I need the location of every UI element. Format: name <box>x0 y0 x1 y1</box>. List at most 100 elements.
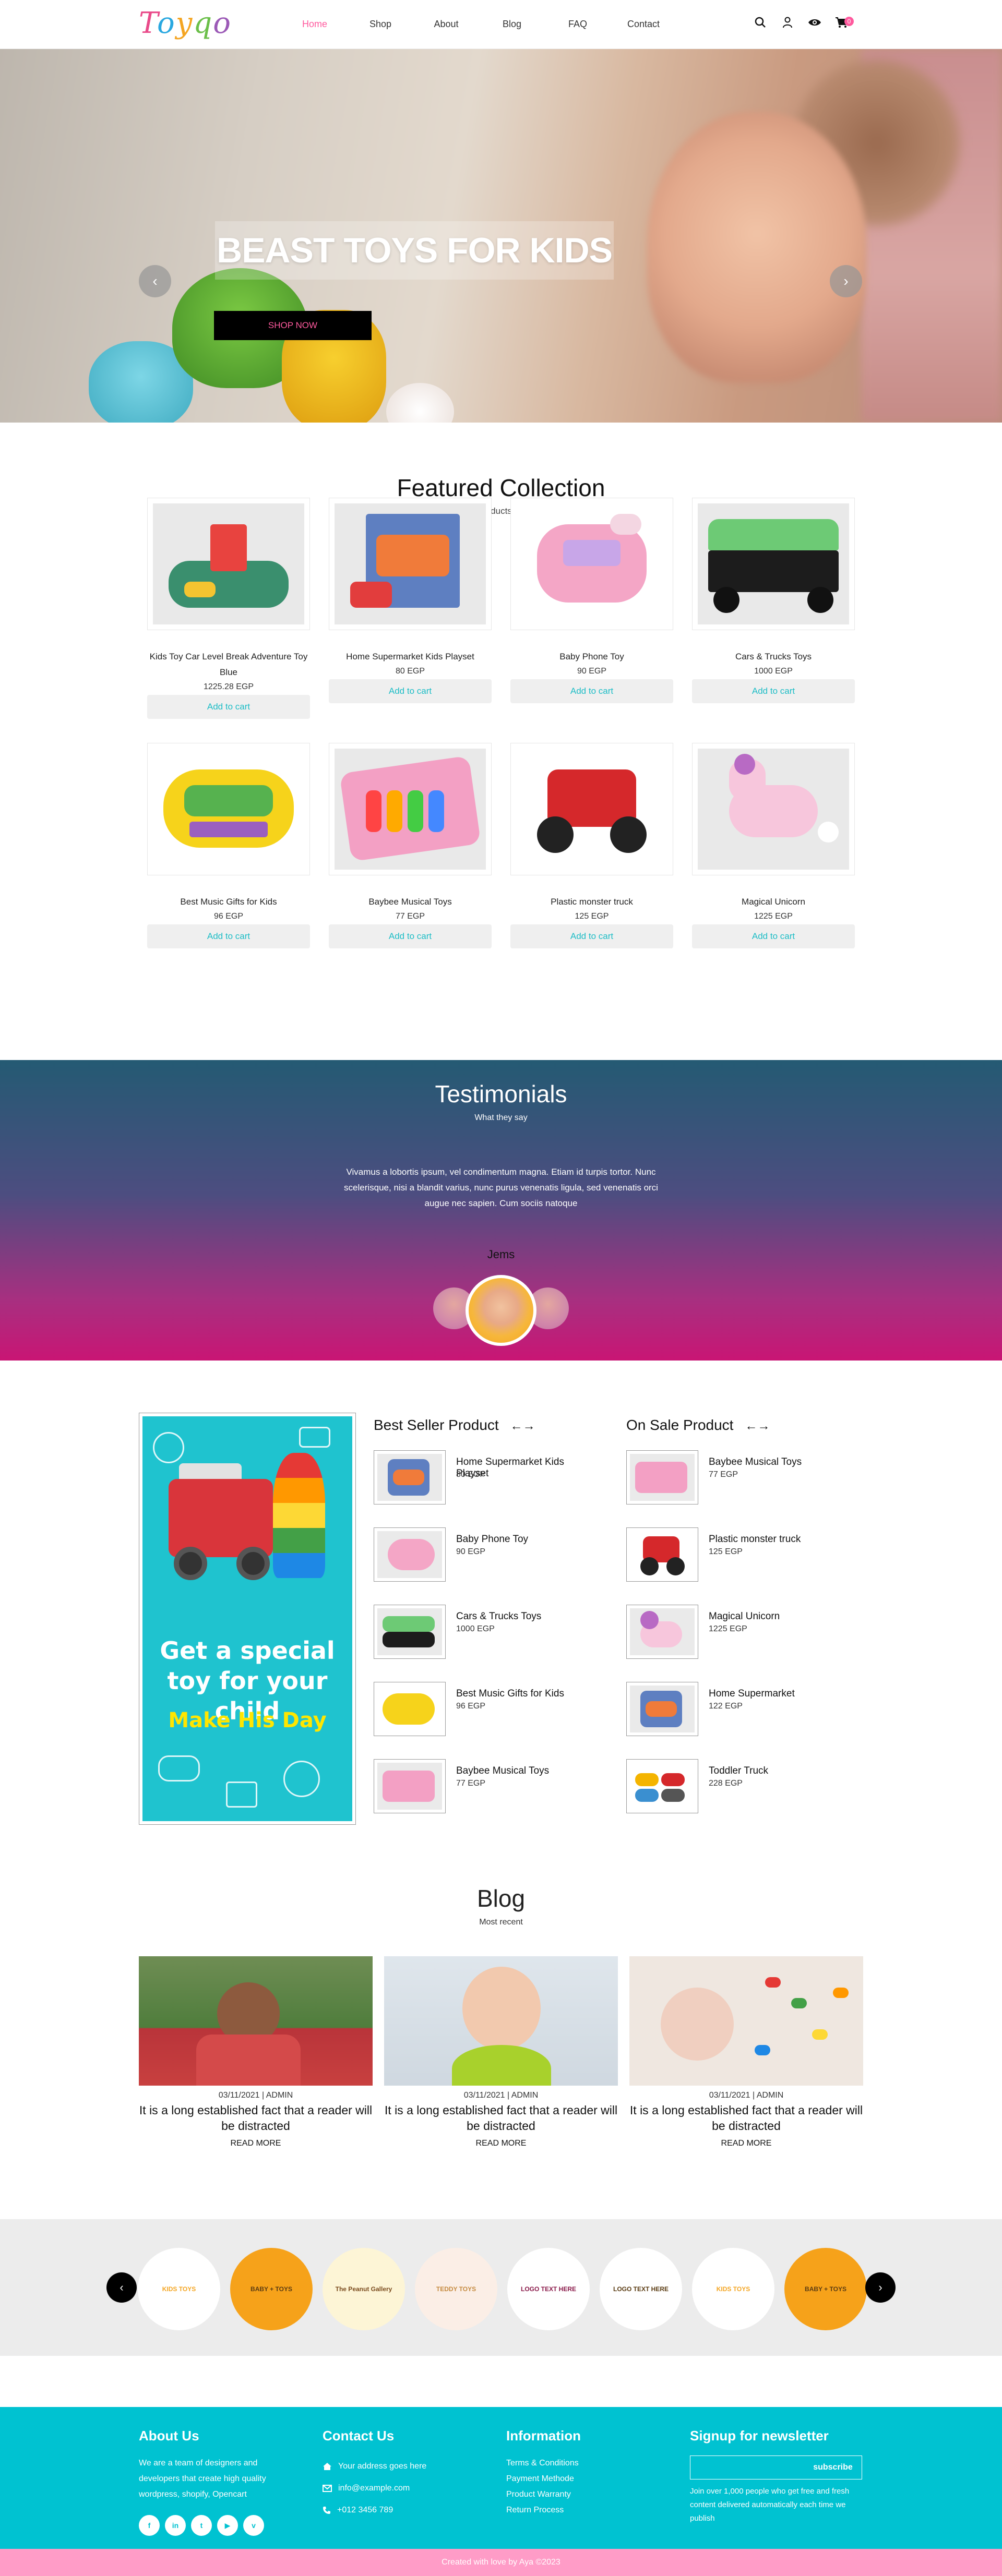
product-thumb[interactable] <box>374 1605 446 1659</box>
product-name[interactable]: Baybee Musical Toys <box>456 1765 549 1777</box>
list-item[interactable]: Plastic monster truck 125 EGP <box>626 1527 845 1593</box>
brands-prev-button[interactable]: ‹ <box>106 2272 137 2303</box>
avatar-active[interactable] <box>466 1275 536 1346</box>
product-name[interactable]: Baybee Musical Toys <box>329 894 492 910</box>
subscribe-button[interactable]: subscribe <box>804 2456 862 2479</box>
add-to-cart-button[interactable]: Add to cart <box>692 924 855 948</box>
list-item[interactable]: Best Music Gifts for Kids 96 EGP <box>374 1682 593 1748</box>
product-name[interactable]: Plastic monster truck <box>709 1534 801 1545</box>
nav-contact[interactable]: Contact <box>611 19 676 30</box>
hero-prev-arrow[interactable]: ‹ <box>139 265 171 297</box>
carousel-arrows[interactable]: ←→ <box>510 1419 535 1433</box>
product-name[interactable]: Cars & Trucks Toys <box>456 1611 541 1622</box>
promo-banner[interactable]: Get a special toy for your child Make Hi… <box>139 1413 356 1825</box>
blog-post[interactable]: 03/11/2021 | ADMIN It is a long establis… <box>629 1956 863 2148</box>
list-item[interactable]: Baybee Musical Toys 77 EGP <box>374 1759 593 1825</box>
nav-home[interactable]: Home <box>282 19 348 30</box>
newsletter-email-input[interactable] <box>690 2456 804 2479</box>
brand-logo[interactable]: BABY + TOYS <box>784 2248 867 2330</box>
product-card[interactable]: Home Supermarket Kids Playset 80 EGP Add… <box>329 498 492 703</box>
product-name[interactable]: Plastic monster truck <box>510 894 673 910</box>
phone-text[interactable]: +012 3456 789 <box>337 2499 393 2521</box>
brand-logo[interactable]: LOGO TEXT HERE <box>507 2248 590 2330</box>
vimeo-icon[interactable]: v <box>243 2515 264 2536</box>
product-image-frame[interactable] <box>510 498 673 630</box>
product-image-frame[interactable] <box>692 743 855 875</box>
cart-icon[interactable]: 0 <box>835 16 854 29</box>
add-to-cart-button[interactable]: Add to cart <box>510 924 673 948</box>
nav-shop[interactable]: Shop <box>348 19 413 30</box>
product-thumb[interactable] <box>374 1682 446 1736</box>
list-item[interactable]: Baybee Musical Toys 77 EGP <box>626 1450 845 1516</box>
product-name[interactable]: Best Music Gifts for Kids <box>147 894 310 910</box>
email-text[interactable]: info@example.com <box>338 2477 410 2499</box>
product-name[interactable]: Baby Phone Toy <box>510 649 673 665</box>
product-thumb[interactable] <box>626 1527 698 1582</box>
list-item[interactable]: Home Supermarket Kids Playset 80 EGP <box>374 1450 593 1516</box>
twitter-icon[interactable]: t <box>191 2515 212 2536</box>
footer-link[interactable]: Product Warranty <box>506 2487 642 2502</box>
blog-title[interactable]: It is a long established fact that a rea… <box>139 2102 373 2134</box>
blog-image[interactable] <box>629 1956 863 2086</box>
footer-link[interactable]: Payment Methode <box>506 2471 642 2487</box>
product-name[interactable]: Toddler Truck <box>709 1765 768 1777</box>
blog-title[interactable]: It is a long established fact that a rea… <box>384 2102 618 2134</box>
nav-blog[interactable]: Blog <box>479 19 545 30</box>
blog-post[interactable]: 03/11/2021 | ADMIN It is a long establis… <box>139 1956 373 2148</box>
user-icon[interactable] <box>781 16 794 29</box>
add-to-cart-button[interactable]: Add to cart <box>510 679 673 703</box>
product-name[interactable]: Home Supermarket <box>709 1688 795 1700</box>
product-card[interactable]: Cars & Trucks Toys 1000 EGP Add to cart <box>692 498 855 703</box>
product-name[interactable]: Magical Unicorn <box>709 1611 780 1622</box>
add-to-cart-button[interactable]: Add to cart <box>147 695 310 719</box>
footer-phone[interactable]: +012 3456 789 <box>323 2499 479 2521</box>
brand-logo[interactable]: LOGO TEXT HERE <box>600 2248 682 2330</box>
list-item[interactable]: Magical Unicorn 1225 EGP <box>626 1605 845 1670</box>
product-thumb[interactable] <box>626 1682 698 1736</box>
read-more-link[interactable]: READ MORE <box>384 2139 618 2148</box>
facebook-icon[interactable]: f <box>139 2515 160 2536</box>
brand-logo[interactable]: KIDS TOYS <box>692 2248 774 2330</box>
logo[interactable]: Toyqo <box>139 6 232 40</box>
product-image-frame[interactable] <box>510 743 673 875</box>
product-thumb[interactable] <box>374 1527 446 1582</box>
footer-link[interactable]: Terms & Conditions <box>506 2455 642 2471</box>
product-thumb[interactable] <box>374 1450 446 1504</box>
add-to-cart-button[interactable]: Add to cart <box>329 924 492 948</box>
add-to-cart-button[interactable]: Add to cart <box>147 924 310 948</box>
list-item[interactable]: Cars & Trucks Toys 1000 EGP <box>374 1605 593 1670</box>
list-item[interactable]: Toddler Truck 228 EGP <box>626 1759 845 1825</box>
product-image-frame[interactable] <box>329 743 492 875</box>
blog-post[interactable]: 03/11/2021 | ADMIN It is a long establis… <box>384 1956 618 2148</box>
carousel-arrows[interactable]: ←→ <box>745 1419 770 1433</box>
nav-about[interactable]: About <box>413 19 479 30</box>
product-card[interactable]: Plastic monster truck 125 EGP Add to car… <box>510 743 673 948</box>
product-name[interactable]: Kids Toy Car Level Break Adventure Toy B… <box>147 649 310 680</box>
product-image-frame[interactable] <box>147 743 310 875</box>
add-to-cart-button[interactable]: Add to cart <box>692 679 855 703</box>
blog-title[interactable]: It is a long established fact that a rea… <box>629 2102 863 2134</box>
blog-image[interactable] <box>139 1956 373 2086</box>
product-image-frame[interactable] <box>692 498 855 630</box>
product-card[interactable]: Magical Unicorn 1225 EGP Add to cart <box>692 743 855 948</box>
brand-logo[interactable]: The Peanut Gallery <box>323 2248 405 2330</box>
product-name[interactable]: Magical Unicorn <box>692 894 855 910</box>
search-icon[interactable] <box>754 16 767 29</box>
product-name[interactable]: Home Supermarket Kids Playset <box>329 649 492 665</box>
brands-next-button[interactable]: › <box>865 2272 896 2303</box>
product-card[interactable]: Baybee Musical Toys 77 EGP Add to cart <box>329 743 492 948</box>
product-image-frame[interactable] <box>147 498 310 630</box>
product-card[interactable]: Baby Phone Toy 90 EGP Add to cart <box>510 498 673 703</box>
list-item[interactable]: Home Supermarket 122 EGP <box>626 1682 845 1748</box>
blog-image[interactable] <box>384 1956 618 2086</box>
brand-logo[interactable]: TEDDY TOYS <box>415 2248 497 2330</box>
product-thumb[interactable] <box>626 1605 698 1659</box>
footer-email[interactable]: info@example.com <box>323 2477 479 2499</box>
brand-logo[interactable]: BABY + TOYS <box>230 2248 313 2330</box>
brand-logo[interactable]: KIDS TOYS <box>138 2248 220 2330</box>
read-more-link[interactable]: READ MORE <box>629 2139 863 2148</box>
product-image-frame[interactable] <box>329 498 492 630</box>
product-name[interactable]: Cars & Trucks Toys <box>692 649 855 665</box>
shop-now-button[interactable]: SHOP NOW <box>214 311 372 340</box>
youtube-icon[interactable]: ▶ <box>217 2515 238 2536</box>
